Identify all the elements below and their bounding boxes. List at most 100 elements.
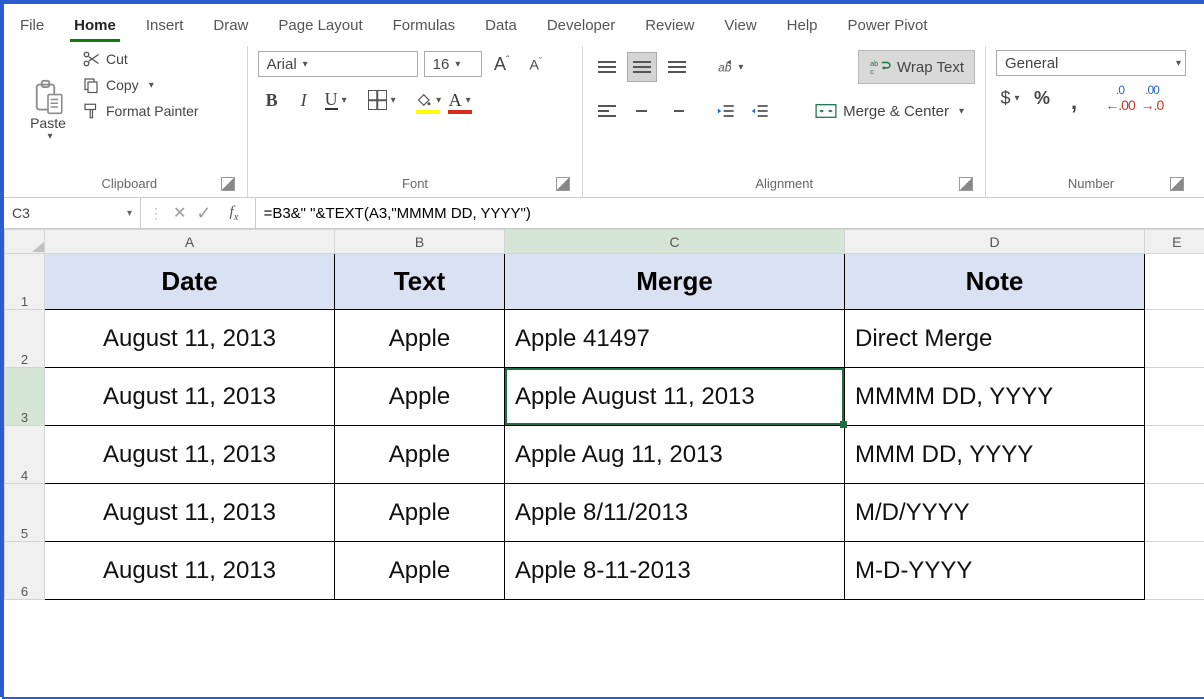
tab-file[interactable]: File — [16, 11, 48, 40]
cell-A4[interactable]: August 11, 2013 — [45, 426, 335, 484]
tab-formulas[interactable]: Formulas — [389, 11, 460, 40]
cell-D4[interactable]: MMM DD, YYYY — [845, 426, 1145, 484]
tab-page-layout[interactable]: Page Layout — [274, 11, 366, 40]
font-name-combo[interactable]: Arial ▾ — [258, 51, 418, 77]
decrease-indent-button[interactable] — [713, 97, 741, 125]
col-header-C[interactable]: C — [505, 230, 845, 254]
tab-data[interactable]: Data — [481, 11, 521, 40]
cell-A5[interactable]: August 11, 2013 — [45, 484, 335, 542]
cell-D6[interactable]: M-D-YYYY — [845, 542, 1145, 600]
fill-color-button[interactable]: ▾ — [414, 86, 442, 114]
scissors-icon — [82, 50, 100, 68]
enter-icon[interactable]: ✓ — [196, 203, 211, 224]
align-center-button[interactable] — [627, 97, 655, 125]
cell-A3[interactable]: August 11, 2013 — [45, 368, 335, 426]
dialog-launcher-icon[interactable] — [1170, 177, 1184, 191]
font-name-value: Arial — [267, 56, 297, 73]
italic-button[interactable]: I — [290, 86, 318, 114]
cell-D5[interactable]: M/D/YYYY — [845, 484, 1145, 542]
row-header-3[interactable]: 3 — [5, 368, 45, 426]
col-header-E[interactable]: E — [1145, 230, 1204, 254]
tab-view[interactable]: View — [720, 11, 760, 40]
merge-center-button[interactable]: Merge & Center ▾ — [804, 94, 975, 128]
increase-font-button[interactable]: Aˆ — [488, 50, 516, 78]
cell-A1[interactable]: Date — [45, 254, 335, 310]
align-middle-button[interactable] — [627, 52, 657, 82]
bold-button[interactable]: B — [258, 86, 286, 114]
clipboard-icon — [33, 79, 63, 115]
comma-button[interactable]: , — [1060, 84, 1088, 112]
tab-developer[interactable]: Developer — [543, 11, 619, 40]
borders-button[interactable]: ▾ — [368, 86, 396, 114]
align-left-button[interactable] — [593, 97, 621, 125]
font-size-combo[interactable]: 16 ▾ — [424, 51, 482, 77]
cancel-icon[interactable]: ✕ — [173, 203, 186, 223]
col-header-D[interactable]: D — [845, 230, 1145, 254]
cell-B4[interactable]: Apple — [335, 426, 505, 484]
increase-decimal-button[interactable]: .0←.00 — [1106, 84, 1134, 112]
decrease-decimal-button[interactable]: .00→.0 — [1138, 84, 1166, 112]
cell-C1[interactable]: Merge — [505, 254, 845, 310]
cell-B5[interactable]: Apple — [335, 484, 505, 542]
paste-button[interactable]: Paste ▾ — [22, 50, 74, 142]
col-header-B[interactable]: B — [335, 230, 505, 254]
tab-insert[interactable]: Insert — [142, 11, 188, 40]
percent-button[interactable]: % — [1028, 84, 1056, 112]
align-right-button[interactable] — [661, 97, 689, 125]
cell-E4[interactable] — [1145, 426, 1204, 484]
wrap-text-button[interactable]: abc Wrap Text — [858, 50, 975, 84]
cell-D3[interactable]: MMMM DD, YYYY — [845, 368, 1145, 426]
format-painter-button[interactable]: Format Painter — [82, 102, 199, 120]
select-all-corner[interactable] — [5, 230, 45, 254]
number-format-combo[interactable]: General ▾ — [996, 50, 1186, 76]
cell-C2[interactable]: Apple 41497 — [505, 310, 845, 368]
row-header-1[interactable]: 1 — [5, 254, 45, 310]
cell-D1[interactable]: Note — [845, 254, 1145, 310]
cell-C5[interactable]: Apple 8/11/2013 — [505, 484, 845, 542]
cell-E2[interactable] — [1145, 310, 1204, 368]
copy-button[interactable]: Copy ▾ — [82, 76, 199, 94]
cell-E1[interactable] — [1145, 254, 1204, 310]
cut-button[interactable]: Cut — [82, 50, 199, 68]
dialog-launcher-icon[interactable] — [221, 177, 235, 191]
cell-E3[interactable] — [1145, 368, 1204, 426]
cell-A2[interactable]: August 11, 2013 — [45, 310, 335, 368]
row-header-6[interactable]: 6 — [5, 542, 45, 600]
fx-icon[interactable]: fx — [230, 204, 239, 223]
tab-home[interactable]: Home — [70, 11, 120, 40]
orientation-button[interactable]: ab ▾ — [715, 53, 743, 81]
currency-button[interactable]: $▾ — [996, 84, 1024, 112]
decrease-font-button[interactable]: Aˇ — [522, 50, 550, 78]
formula-input[interactable] — [256, 198, 1204, 228]
cell-C6[interactable]: Apple 8-11-2013 — [505, 542, 845, 600]
increase-indent-button[interactable] — [747, 97, 775, 125]
name-box[interactable]: C3 ▾ — [4, 198, 141, 228]
row-header-5[interactable]: 5 — [5, 484, 45, 542]
worksheet-grid[interactable]: A B C D E 1 Date Text Merge Note 2 Augus… — [4, 229, 1204, 697]
cell-D2[interactable]: Direct Merge — [845, 310, 1145, 368]
dialog-launcher-icon[interactable] — [556, 177, 570, 191]
dialog-launcher-icon[interactable] — [959, 177, 973, 191]
underline-button[interactable]: U▾ — [322, 86, 350, 114]
cell-E6[interactable] — [1145, 542, 1204, 600]
cell-A6[interactable]: August 11, 2013 — [45, 542, 335, 600]
cell-B2[interactable]: Apple — [335, 310, 505, 368]
cell-E5[interactable] — [1145, 484, 1204, 542]
tab-help[interactable]: Help — [783, 11, 822, 40]
cell-C3[interactable]: Apple August 11, 2013 — [505, 368, 845, 426]
row-header-2[interactable]: 2 — [5, 310, 45, 368]
align-bottom-button[interactable] — [663, 53, 691, 81]
tab-power-pivot[interactable]: Power Pivot — [844, 11, 932, 40]
cell-B6[interactable]: Apple — [335, 542, 505, 600]
align-top-button[interactable] — [593, 53, 621, 81]
fx-handle-icon[interactable]: ⋮ — [149, 205, 163, 222]
underline-icon: U — [325, 90, 338, 110]
cell-B1[interactable]: Text — [335, 254, 505, 310]
tab-review[interactable]: Review — [641, 11, 698, 40]
tab-draw[interactable]: Draw — [209, 11, 252, 40]
col-header-A[interactable]: A — [45, 230, 335, 254]
cell-C4[interactable]: Apple Aug 11, 2013 — [505, 426, 845, 484]
font-color-button[interactable]: A ▾ — [446, 86, 474, 114]
cell-B3[interactable]: Apple — [335, 368, 505, 426]
row-header-4[interactable]: 4 — [5, 426, 45, 484]
